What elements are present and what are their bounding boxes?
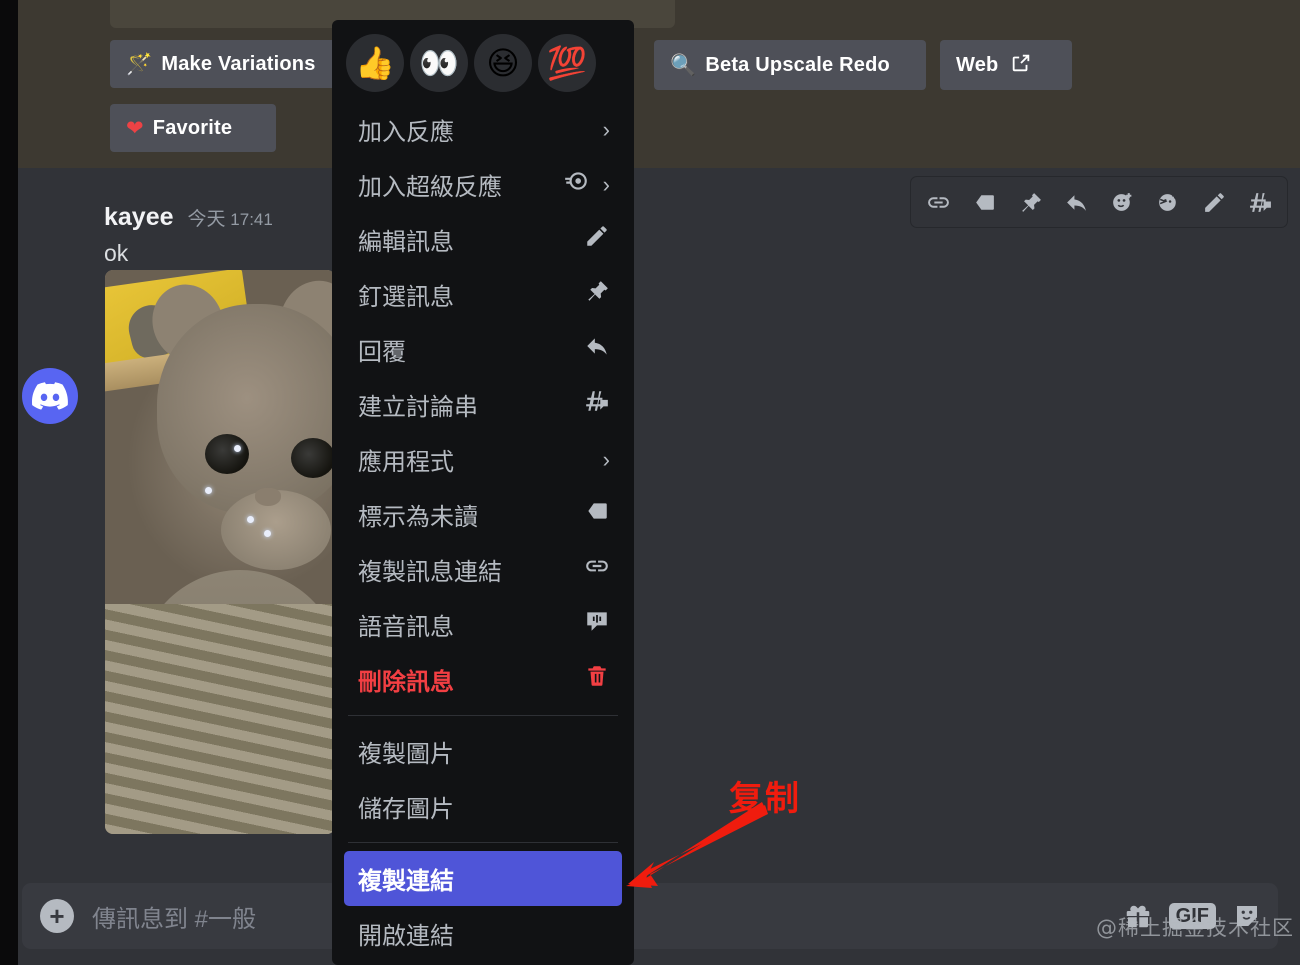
- menu-label: 複製連結: [358, 868, 454, 895]
- menu-item-add-reaction[interactable]: 加入反應 ›: [344, 102, 622, 157]
- beta-upscale-redo-button[interactable]: 🔍 Beta Upscale Redo: [654, 40, 926, 90]
- menu-label: 回覆: [358, 339, 406, 366]
- copy-message-link-icon[interactable]: [917, 182, 959, 222]
- message-timestamp: 今天 17:41: [188, 204, 273, 231]
- menu-label: 複製圖片: [358, 741, 454, 768]
- annotation-arrow-icon: [626, 802, 768, 888]
- add-reaction-icon[interactable]: [1101, 182, 1143, 222]
- super-reaction-icon: [563, 168, 589, 201]
- menu-item-copy-image[interactable]: 複製圖片: [344, 724, 622, 779]
- menu-item-save-image[interactable]: 儲存圖片: [344, 779, 622, 834]
- external-link-icon: [1010, 52, 1032, 78]
- message-header: kayee 今天 17:41: [104, 203, 273, 232]
- menu-item-copy-message-link[interactable]: 複製訊息連結: [344, 542, 622, 597]
- image-actions-region: 🪄 Make Variations ❤ Favorite 🔍 Beta Upsc…: [0, 0, 1300, 168]
- menu-label: 標示為未讀: [358, 504, 478, 531]
- favorite-button[interactable]: ❤ Favorite: [110, 104, 276, 152]
- chevron-right-icon: ›: [602, 446, 610, 472]
- web-label: Web: [956, 53, 999, 76]
- menu-label: 儲存圖片: [358, 796, 454, 823]
- menu-item-copy-link[interactable]: 複製連結: [344, 851, 622, 906]
- eyes-emoji-icon[interactable]: 👀: [410, 34, 468, 92]
- message-author[interactable]: kayee: [104, 203, 174, 232]
- quick-reactions-row: 👍 👀 😆 💯: [332, 20, 634, 102]
- mark-unread-icon[interactable]: [963, 182, 1005, 222]
- menu-label: 加入反應: [358, 119, 454, 146]
- pin-message-icon[interactable]: [1009, 182, 1051, 222]
- message-input-placeholder[interactable]: 傳訊息到 #一般: [92, 899, 256, 934]
- message-hover-toolbar[interactable]: [910, 176, 1288, 228]
- make-variations-label: Make Variations: [161, 52, 316, 75]
- heart-icon: ❤: [126, 116, 144, 140]
- menu-item-edit-message[interactable]: 編輯訊息: [344, 212, 622, 267]
- add-super-reaction-icon[interactable]: [1147, 182, 1189, 222]
- chevron-right-icon: ›: [602, 116, 610, 142]
- grinning-squinting-emoji-icon[interactable]: 😆: [474, 34, 532, 92]
- reply-icon[interactable]: [1055, 182, 1097, 222]
- menu-label: 開啟連結: [358, 923, 454, 950]
- thumbs-up-emoji-icon[interactable]: 👍: [346, 34, 404, 92]
- timestamp-day: 今天: [187, 209, 226, 230]
- menu-item-add-super-reaction[interactable]: 加入超級反應 ›: [344, 157, 622, 212]
- watermark: @稀土掘金技术社区: [1096, 916, 1294, 940]
- menu-item-reply[interactable]: 回覆: [344, 322, 622, 377]
- menu-label: 語音訊息: [358, 614, 454, 641]
- web-button[interactable]: Web: [940, 40, 1072, 90]
- message-attachment-image[interactable]: [105, 270, 335, 834]
- chevron-right-icon: ›: [602, 171, 610, 197]
- mark-unread-icon: [584, 498, 610, 531]
- menu-item-create-thread[interactable]: 建立討論串: [344, 377, 622, 432]
- message-context-menu[interactable]: 👍 👀 😆 💯 加入反應 › 加入超級反應 › 編輯訊息 釘選訊息 回覆 建立討…: [332, 20, 634, 965]
- menu-item-mark-unread[interactable]: 標示為未讀: [344, 487, 622, 542]
- menu-label: 釘選訊息: [358, 284, 454, 311]
- discord-window: 🪄 Make Variations ❤ Favorite 🔍 Beta Upsc…: [0, 0, 1300, 965]
- voice-message-icon: [584, 608, 610, 641]
- menu-label: 編輯訊息: [358, 229, 454, 256]
- menu-label: 建立討論串: [358, 394, 478, 421]
- menu-item-apps[interactable]: 應用程式 ›: [344, 432, 622, 487]
- pin-icon: [584, 278, 610, 311]
- hundred-points-emoji-icon[interactable]: 💯: [538, 34, 596, 92]
- menu-separator: [348, 842, 618, 843]
- create-thread-icon[interactable]: [1239, 182, 1281, 222]
- thread-icon: [584, 388, 610, 421]
- message-text: ok: [104, 240, 129, 266]
- menu-item-pin-message[interactable]: 釘選訊息: [344, 267, 622, 322]
- favorite-label: Favorite: [152, 116, 233, 139]
- cat-photo: [105, 270, 335, 834]
- menu-item-voice-message[interactable]: 語音訊息: [344, 597, 622, 652]
- menu-label: 複製訊息連結: [358, 559, 502, 586]
- avatar[interactable]: [22, 368, 78, 424]
- magic-wand-icon: 🪄: [126, 52, 153, 76]
- pencil-icon: [584, 223, 610, 256]
- menu-item-delete-message[interactable]: 刪除訊息: [344, 652, 622, 707]
- menu-label: 應用程式: [358, 449, 454, 476]
- menu-label: 加入超級反應: [358, 174, 502, 201]
- add-attachment-icon[interactable]: +: [40, 899, 74, 933]
- beta-upscale-redo-label: Beta Upscale Redo: [705, 53, 890, 76]
- timestamp-time: 17:41: [230, 210, 273, 229]
- menu-label: 刪除訊息: [358, 669, 454, 696]
- edit-message-icon[interactable]: [1193, 182, 1235, 222]
- link-icon: [584, 553, 610, 586]
- menu-separator: [348, 715, 618, 716]
- menu-item-open-link[interactable]: 開啟連結: [344, 906, 622, 961]
- magnifier-icon: 🔍: [670, 53, 697, 77]
- trash-icon: [584, 663, 610, 696]
- make-variations-button[interactable]: 🪄 Make Variations: [110, 40, 342, 88]
- reply-arrow-icon: [584, 333, 610, 366]
